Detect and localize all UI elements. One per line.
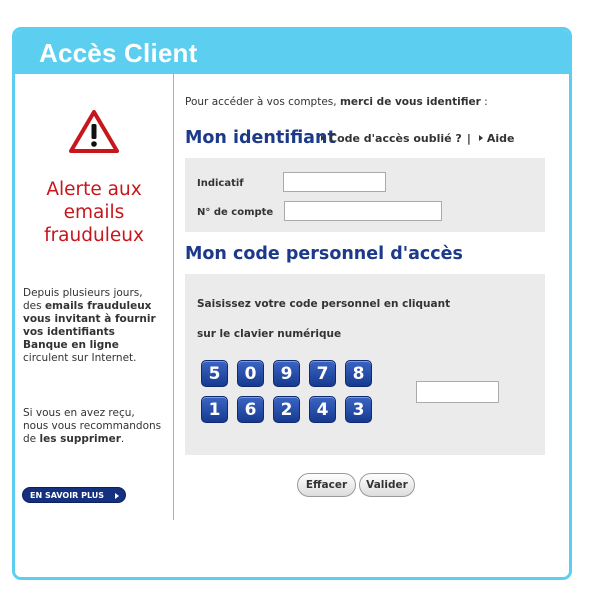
fraud-alert-sidebar: Alerte aux emails frauduleux Depuis plus… [15,74,174,520]
code-display-input[interactable] [416,381,499,403]
arrow-right-icon [115,493,119,499]
code-panel: Saisissez votre code personnel en cliqua… [185,274,545,455]
arrow-right-icon [321,135,325,141]
help-links: Code d'accès oublié ? | Aide [321,132,514,145]
keypad-key[interactable]: 5 [201,360,228,387]
indicatif-label: Indicatif [197,178,244,189]
validate-button[interactable]: Valider [359,473,415,497]
page-title: Accès Client [39,38,198,68]
help-link[interactable]: Aide [487,132,515,145]
code-title: Mon code personnel d'accès [185,244,463,264]
keypad-key[interactable]: 6 [237,396,264,423]
keypad-key[interactable]: 8 [345,360,372,387]
alert-title: Alerte aux emails frauduleux [44,179,144,246]
login-frame: Accès Client Alerte aux emails frauduleu… [12,27,572,580]
alert-paragraph-1: Depuis plusieurs jours, des emails fraud… [23,287,156,364]
identifiant-title: Mon identifiant [185,128,336,148]
identifiant-form: Indicatif N° de compte [185,158,545,232]
keypad-key[interactable]: 9 [273,360,300,387]
clear-button[interactable]: Effacer [297,473,356,497]
account-number-input[interactable] [284,201,442,221]
code-instructions: Saisissez votre code personnel en cliqua… [197,298,451,340]
learn-more-button[interactable]: EN SAVOIR PLUS [22,487,126,503]
account-number-label: N° de compte [197,207,274,218]
keypad-key[interactable]: 3 [345,396,372,423]
keypad-key[interactable]: 1 [201,396,228,423]
indicatif-input[interactable] [283,172,386,192]
header-bar: Accès Client [15,30,569,74]
keypad-key[interactable]: 2 [273,396,300,423]
keypad-key[interactable]: 7 [309,360,336,387]
numeric-keypad: 5 0 9 7 8 1 6 2 4 3 [201,360,376,430]
link-separator: | [466,132,471,145]
keypad-key[interactable]: 4 [309,396,336,423]
forgot-code-link[interactable]: Code d'accès oublié ? [329,132,462,145]
keypad-key[interactable]: 0 [237,360,264,387]
arrow-right-icon [478,135,483,141]
alert-paragraph-2: Si vous en avez reçu, nous vous recomman… [23,407,162,445]
intro-text: Pour accéder à vos comptes, merci de vou… [185,96,488,108]
warning-icon [69,110,119,153]
